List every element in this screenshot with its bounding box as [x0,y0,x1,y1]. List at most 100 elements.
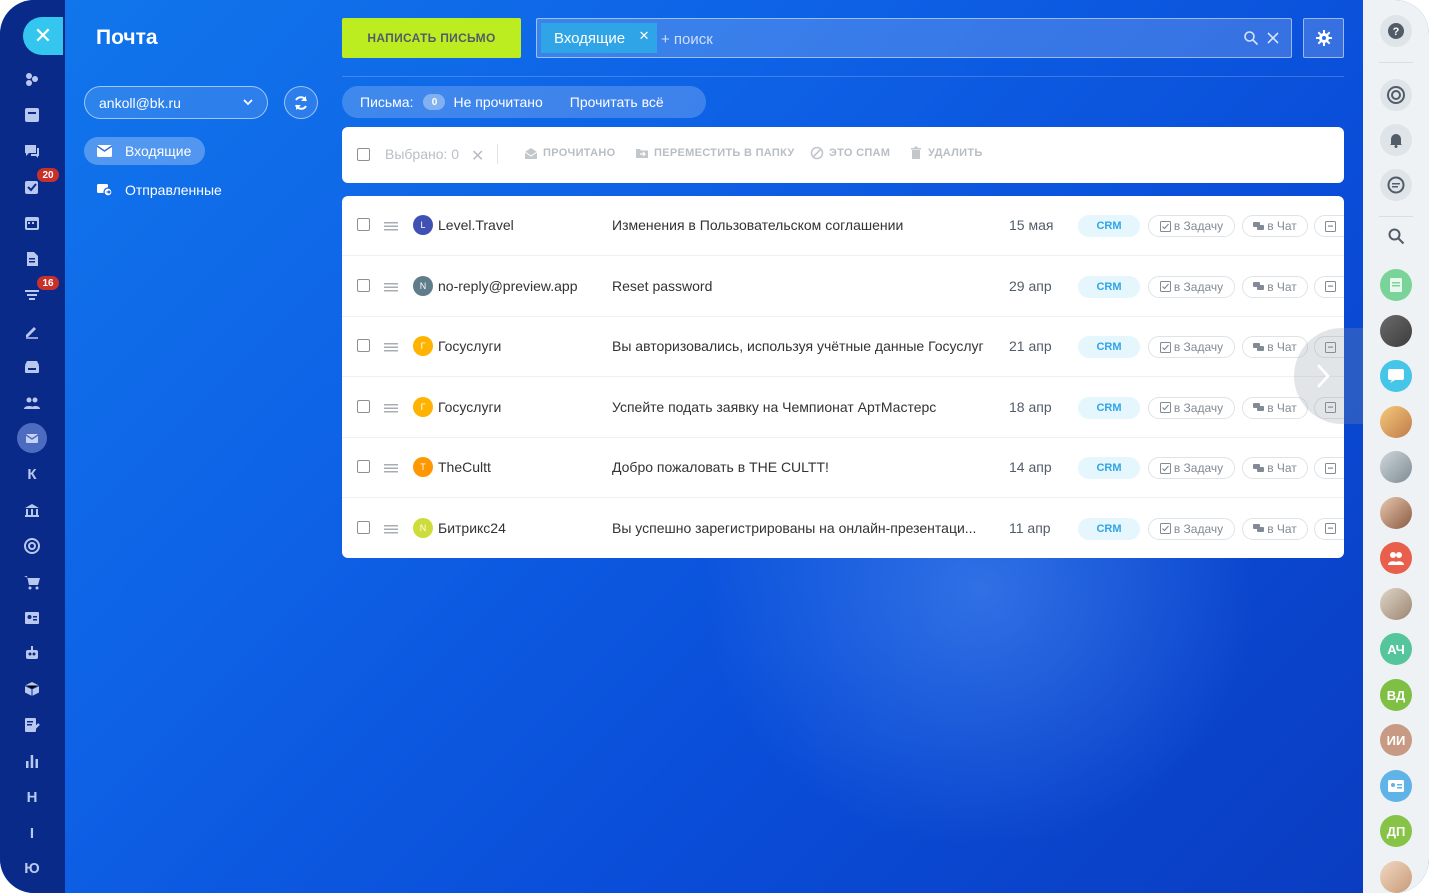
account-selector[interactable]: ankoll@bk.ru [84,86,268,119]
general-chat-avatar[interactable] [1380,360,1412,392]
folder-inbox[interactable]: Входящие [84,137,206,165]
settings-button[interactable] [1303,18,1344,58]
clear-search-icon[interactable] [1265,30,1281,46]
to-chat-button[interactable]: в Чат [1242,396,1308,419]
drag-handle-icon[interactable] [383,280,399,294]
nav-contact-card-icon[interactable] [17,603,47,633]
table-row[interactable]: N no-reply@preview.app Reset password 29… [342,257,1344,317]
clear-selection-icon[interactable]: ✕ [471,146,484,166]
to-chat-button[interactable]: в Чат [1242,517,1308,540]
nav-store-icon[interactable] [17,352,47,382]
to-task-button[interactable]: в Задачу [1148,215,1235,237]
contact-card-avatar[interactable] [1380,770,1412,802]
group-chat-avatar[interactable] [1380,542,1412,574]
folder-sent[interactable]: Отправленные [84,176,236,204]
drag-handle-icon[interactable] [383,522,399,536]
nav-sign-icon[interactable] [17,316,47,346]
nav-letter-yu[interactable]: Ю [17,853,47,883]
crm-button[interactable]: CRM [1078,215,1140,237]
sender-name[interactable]: Level.Travel [438,217,514,233]
sender-name[interactable]: no-reply@preview.app [438,278,578,294]
sender-name[interactable]: Битрикс24 [438,520,506,536]
contact-avatar-photo[interactable] [1380,497,1412,529]
nav-bank-icon[interactable] [17,495,47,525]
compose-button[interactable]: НАПИСАТЬ ПИСЬМО [342,18,521,58]
message-subject[interactable]: Вы авторизовались, используя учётные дан… [612,338,997,354]
row-checkbox[interactable] [357,339,370,352]
activity-button[interactable] [1380,79,1412,111]
drag-handle-icon[interactable] [383,340,399,354]
nav-analytics-icon[interactable] [17,746,47,776]
row-checkbox[interactable] [357,399,370,413]
notifications-button[interactable] [1380,124,1412,156]
table-row[interactable]: Г Госуслуги Успейте подать заявку на Чем… [342,378,1344,438]
more-actions-button[interactable] [1314,517,1344,540]
more-actions-button[interactable] [1314,457,1344,479]
contact-avatar-photo[interactable] [1380,861,1412,893]
crm-button[interactable]: CRM [1078,517,1140,540]
nav-docs-icon[interactable] [17,244,47,274]
row-checkbox[interactable] [357,520,370,534]
to-task-button[interactable]: в Задачу [1148,336,1235,358]
message-subject[interactable]: Reset password [612,278,997,294]
read-all-link[interactable]: Прочитать всё [570,94,664,110]
contact-avatar-ii[interactable]: ИИ [1380,724,1412,756]
nav-news-icon[interactable] [17,100,47,130]
table-row[interactable]: T TheCultt Добро пожаловать в THE CULTT!… [342,438,1344,498]
nav-tasks-icon[interactable]: 20 [17,168,59,202]
sender-name[interactable]: Госуслуги [438,338,501,354]
search-contacts-button[interactable] [1380,220,1412,252]
row-checkbox[interactable] [357,460,370,473]
table-row[interactable]: L Level.Travel Изменения в Пользовательс… [342,196,1344,256]
to-chat-button[interactable]: в Чат [1242,457,1308,479]
messenger-button[interactable] [1380,169,1412,201]
nav-chat-icon[interactable] [17,136,47,166]
to-task-button[interactable]: в Задачу [1148,396,1235,419]
row-checkbox[interactable] [357,278,370,292]
search-icon[interactable] [1243,30,1259,46]
nav-form-icon[interactable] [17,710,47,740]
drag-handle-icon[interactable] [383,219,399,233]
nav-mail-icon[interactable] [17,423,47,453]
to-task-button[interactable]: в Задачу [1148,457,1235,479]
filter-remove-icon[interactable]: ✕ [637,29,651,43]
unread-filter-link[interactable]: Не прочитано [453,94,542,110]
more-actions-button[interactable] [1314,215,1344,237]
contact-avatar-vd[interactable]: ВД [1380,679,1412,711]
contact-avatar-ach[interactable]: АЧ [1380,633,1412,665]
nav-feed-icon[interactable]: 16 [17,276,59,310]
nav-cart-icon[interactable] [17,567,47,597]
contact-avatar-dp[interactable]: ДП [1380,815,1412,847]
drag-handle-icon[interactable] [383,461,399,475]
help-button[interactable]: ? [1380,15,1412,47]
contact-avatar-photo[interactable] [1380,588,1412,620]
message-subject[interactable]: Изменения в Пользовательском соглашении [612,217,997,233]
spam-button[interactable]: ЭТО СПАМ [810,146,890,160]
delete-button[interactable]: УДАЛИТЬ [909,146,983,160]
message-subject[interactable]: Успейте подать заявку на Чемпионат АртМа… [612,399,997,415]
contact-avatar-photo[interactable] [1380,406,1412,438]
notes-chat-avatar[interactable] [1380,269,1412,301]
contact-avatar-photo[interactable] [1380,451,1412,483]
crm-button[interactable]: CRM [1078,396,1140,419]
filter-chip-inbox[interactable]: Входящие ✕ [541,23,658,53]
mark-read-button[interactable]: ПРОЧИТАНО [524,146,615,160]
nav-robot-icon[interactable] [17,638,47,668]
to-task-button[interactable]: в Задачу [1148,517,1235,540]
row-checkbox[interactable] [357,218,370,231]
to-task-button[interactable]: в Задачу [1148,275,1235,298]
drag-handle-icon[interactable] [383,401,399,415]
nav-sites-icon[interactable] [17,64,47,94]
crm-button[interactable]: CRM [1078,336,1140,358]
table-row[interactable]: N Битрикс24 Вы успешно зарегистрированы … [342,499,1344,558]
select-all-checkbox[interactable] [357,148,370,161]
message-subject[interactable]: Добро пожаловать в THE CULTT! [612,459,997,475]
nav-target-icon[interactable] [17,531,47,561]
contact-avatar-photo[interactable] [1380,315,1412,347]
to-chat-button[interactable]: в Чат [1242,215,1308,237]
sender-name[interactable]: Госуслуги [438,399,501,415]
sender-name[interactable]: TheCultt [438,459,491,475]
nav-letter-n[interactable]: Н [17,782,47,812]
message-subject[interactable]: Вы успешно зарегистрированы на онлайн-пр… [612,520,997,536]
to-chat-button[interactable]: в Чат [1242,275,1308,298]
